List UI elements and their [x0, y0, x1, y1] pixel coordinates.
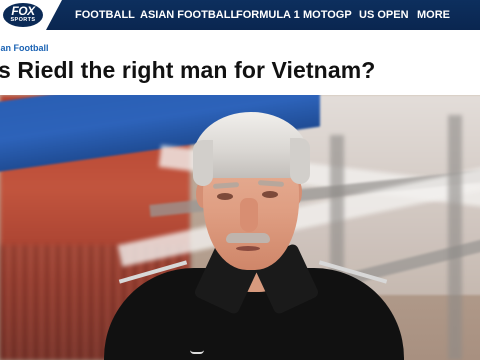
person-moustache: [226, 233, 270, 243]
fox-sports-logo[interactable]: FOX SPORTS: [0, 0, 46, 30]
nav-item-us-open[interactable]: US OPEN: [359, 0, 409, 30]
person-hair: [193, 140, 213, 186]
logo-sports-text: SPORTS: [10, 17, 36, 23]
person-eye: [262, 191, 278, 198]
nav-item-football[interactable]: FOOTBALL: [75, 0, 135, 30]
top-nav-bar: FOX SPORTS FOOTBALL ASIAN FOOTBALL FORMU…: [0, 0, 480, 30]
logo-divider: [46, 0, 62, 30]
shirt-logo-icon: [190, 350, 204, 354]
article-headline: s Riedl the right man for Vietnam?: [0, 57, 376, 83]
person-hair: [290, 138, 310, 184]
person-mouth: [236, 246, 260, 251]
nav-item-formula-1[interactable]: FORMULA 1: [236, 0, 300, 30]
nav-item-asian-football[interactable]: ASIAN FOOTBALL: [140, 0, 237, 30]
nav-item-motogp[interactable]: MOTOGP: [303, 0, 352, 30]
person-nose: [240, 198, 258, 232]
section-breadcrumb[interactable]: ian Football: [0, 43, 49, 53]
logo-fox-text: FOX: [11, 4, 35, 18]
person-eye: [217, 193, 233, 200]
logo-badge: FOX SPORTS: [3, 3, 43, 27]
nav-item-more[interactable]: MORE: [417, 0, 450, 30]
roof-pillar: [448, 115, 462, 360]
